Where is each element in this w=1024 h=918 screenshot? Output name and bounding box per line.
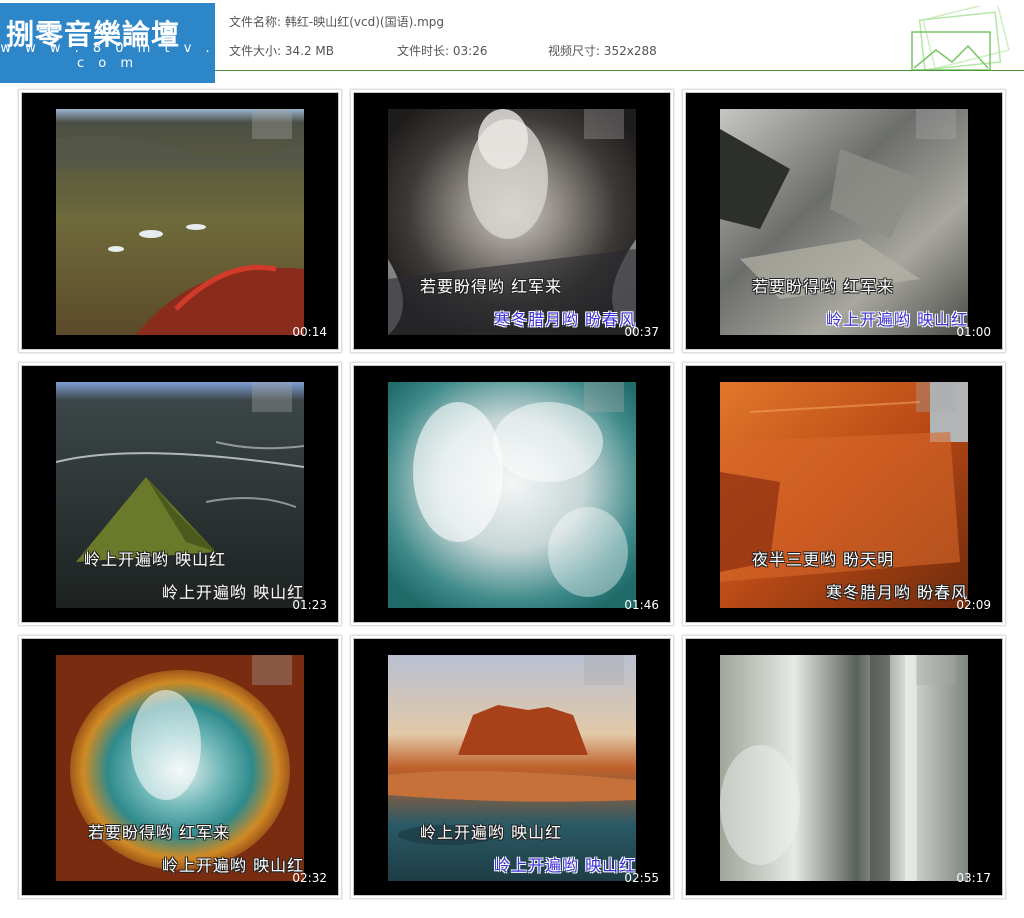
video-frame-image <box>56 109 304 335</box>
timestamp: 01:00 <box>956 325 991 339</box>
timestamp: 02:32 <box>292 871 327 885</box>
lyric-line-1: 岭上开遍哟 映山红 <box>84 550 227 569</box>
video-frame-image <box>720 382 968 608</box>
resolution-value: 352x288 <box>603 44 657 58</box>
thumbnail-4[interactable]: 岭上开遍哟 映山红 岭上开遍哟 映山红 01:23 <box>21 365 339 623</box>
timestamp: 01:23 <box>292 598 327 612</box>
lyric-line-2: 寒冬腊月哟 盼春风 <box>826 583 969 602</box>
lyric-line-2: 岭上开遍哟 映山红 <box>162 856 305 875</box>
file-size-row: 文件大小: 34.2 MB <box>229 42 334 59</box>
lyric-line-2: 岭上开遍哟 映山红 <box>826 310 969 329</box>
resolution-row: 视频尺寸: 352x288 <box>548 42 657 59</box>
duration-label: 文件时长: <box>397 44 450 58</box>
timestamp: 00:14 <box>292 325 327 339</box>
file-size-label: 文件大小: <box>229 44 282 58</box>
thumbnail-1[interactable]: 00:14 <box>21 92 339 350</box>
timestamp: 03:17 <box>956 871 991 885</box>
video-frame-image <box>720 109 968 335</box>
video-frame-image <box>56 655 304 881</box>
logo-url: w w w . 8 0 m t v . c o m <box>0 41 215 71</box>
video-frame-image <box>56 382 304 608</box>
file-name-label: 文件名称: <box>229 15 282 29</box>
file-name-value: 韩红-映山红(vcd)(国语).mpg <box>284 15 444 29</box>
timestamp: 02:55 <box>624 871 659 885</box>
timestamp: 01:46 <box>624 598 659 612</box>
lyric-line-1: 若要盼得哟 红军来 <box>88 823 231 842</box>
resolution-label: 视频尺寸: <box>548 44 601 58</box>
video-frame-image <box>720 655 968 881</box>
thumbnail-3[interactable]: 若要盼得哟 红军来岭上开遍哟 映山红 01:00 <box>685 92 1003 350</box>
lyric-line-1: 若要盼得哟 红军来 <box>752 277 895 296</box>
lyric-line-2: 岭上开遍哟 映山红 <box>494 856 637 875</box>
timestamp: 02:09 <box>956 598 991 612</box>
header-divider <box>215 70 1024 71</box>
thumbnail-5[interactable]: 01:46 <box>353 365 671 623</box>
lyric-line-1: 岭上开遍哟 映山红 <box>420 823 563 842</box>
thumbnail-6[interactable]: 夜半三更哟 盼天明寒冬腊月哟 盼春风 02:09 <box>685 365 1003 623</box>
site-logo: 捌零音樂論壇 w w w . 8 0 m t v . c o m <box>0 3 215 83</box>
video-frame-image <box>388 382 636 608</box>
video-frame-image <box>388 109 636 335</box>
timestamp: 00:37 <box>624 325 659 339</box>
thumbnail-8[interactable]: 岭上开遍哟 映山红 岭上开遍哟 映山红 02:55 <box>353 638 671 896</box>
lyric-line-1: 若要盼得哟 红军来 <box>420 277 563 296</box>
thumbnail-9[interactable]: 03:17 <box>685 638 1003 896</box>
lyric-line-1: 夜半三更哟 盼天明 <box>752 550 895 569</box>
duration-value: 03:26 <box>452 44 488 58</box>
thumbnail-2[interactable]: 若要盼得哟 红军来寒冬腊月哟 盼春风 00:37 <box>353 92 671 350</box>
file-name-row: 文件名称: 韩红-映山红(vcd)(国语).mpg <box>229 13 444 30</box>
thumbnail-7[interactable]: 若要盼得哟 红军来岭上开遍哟 映山红 02:32 <box>21 638 339 896</box>
video-frame-image <box>388 655 636 881</box>
picture-frames-icon <box>906 0 1016 76</box>
lyric-line-2: 寒冬腊月哟 盼春风 <box>494 310 637 329</box>
file-size-value: 34.2 MB <box>284 44 334 58</box>
lyric-line-2: 岭上开遍哟 映山红 <box>162 583 305 602</box>
duration-row: 文件时长: 03:26 <box>397 42 487 59</box>
